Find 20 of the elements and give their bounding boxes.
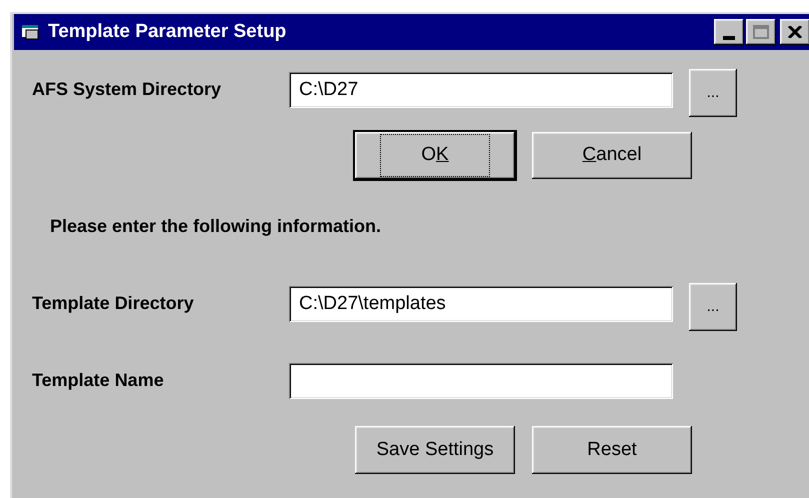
action-button[interactable]: Reset bbox=[532, 426, 692, 474]
instruction-text: Please enter the following information. bbox=[50, 215, 382, 238]
close-button[interactable] bbox=[780, 19, 809, 45]
browse-button[interactable]: ... bbox=[689, 69, 737, 117]
close-icon bbox=[788, 26, 802, 38]
template-directory-field[interactable]: C:\D27\templates bbox=[289, 286, 673, 322]
field-label: AFS System Directory bbox=[32, 78, 222, 100]
minimize-icon bbox=[723, 36, 735, 40]
maximize-icon bbox=[753, 25, 769, 39]
window-title: Template Parameter Setup bbox=[48, 20, 286, 44]
template-name-field[interactable] bbox=[289, 363, 673, 399]
dialog-button[interactable]: Cancel bbox=[532, 132, 692, 179]
maximize-button[interactable] bbox=[746, 19, 776, 45]
dialog-button[interactable]: OK bbox=[355, 132, 515, 179]
field-label: Template Name bbox=[32, 369, 165, 391]
browse-button[interactable]: ... bbox=[689, 283, 737, 331]
action-button[interactable]: Save Settings bbox=[355, 426, 515, 474]
minimize-button[interactable] bbox=[714, 19, 744, 45]
field-label: Template Directory bbox=[32, 292, 195, 314]
system-directory-field[interactable]: C:\D27 bbox=[289, 72, 673, 108]
